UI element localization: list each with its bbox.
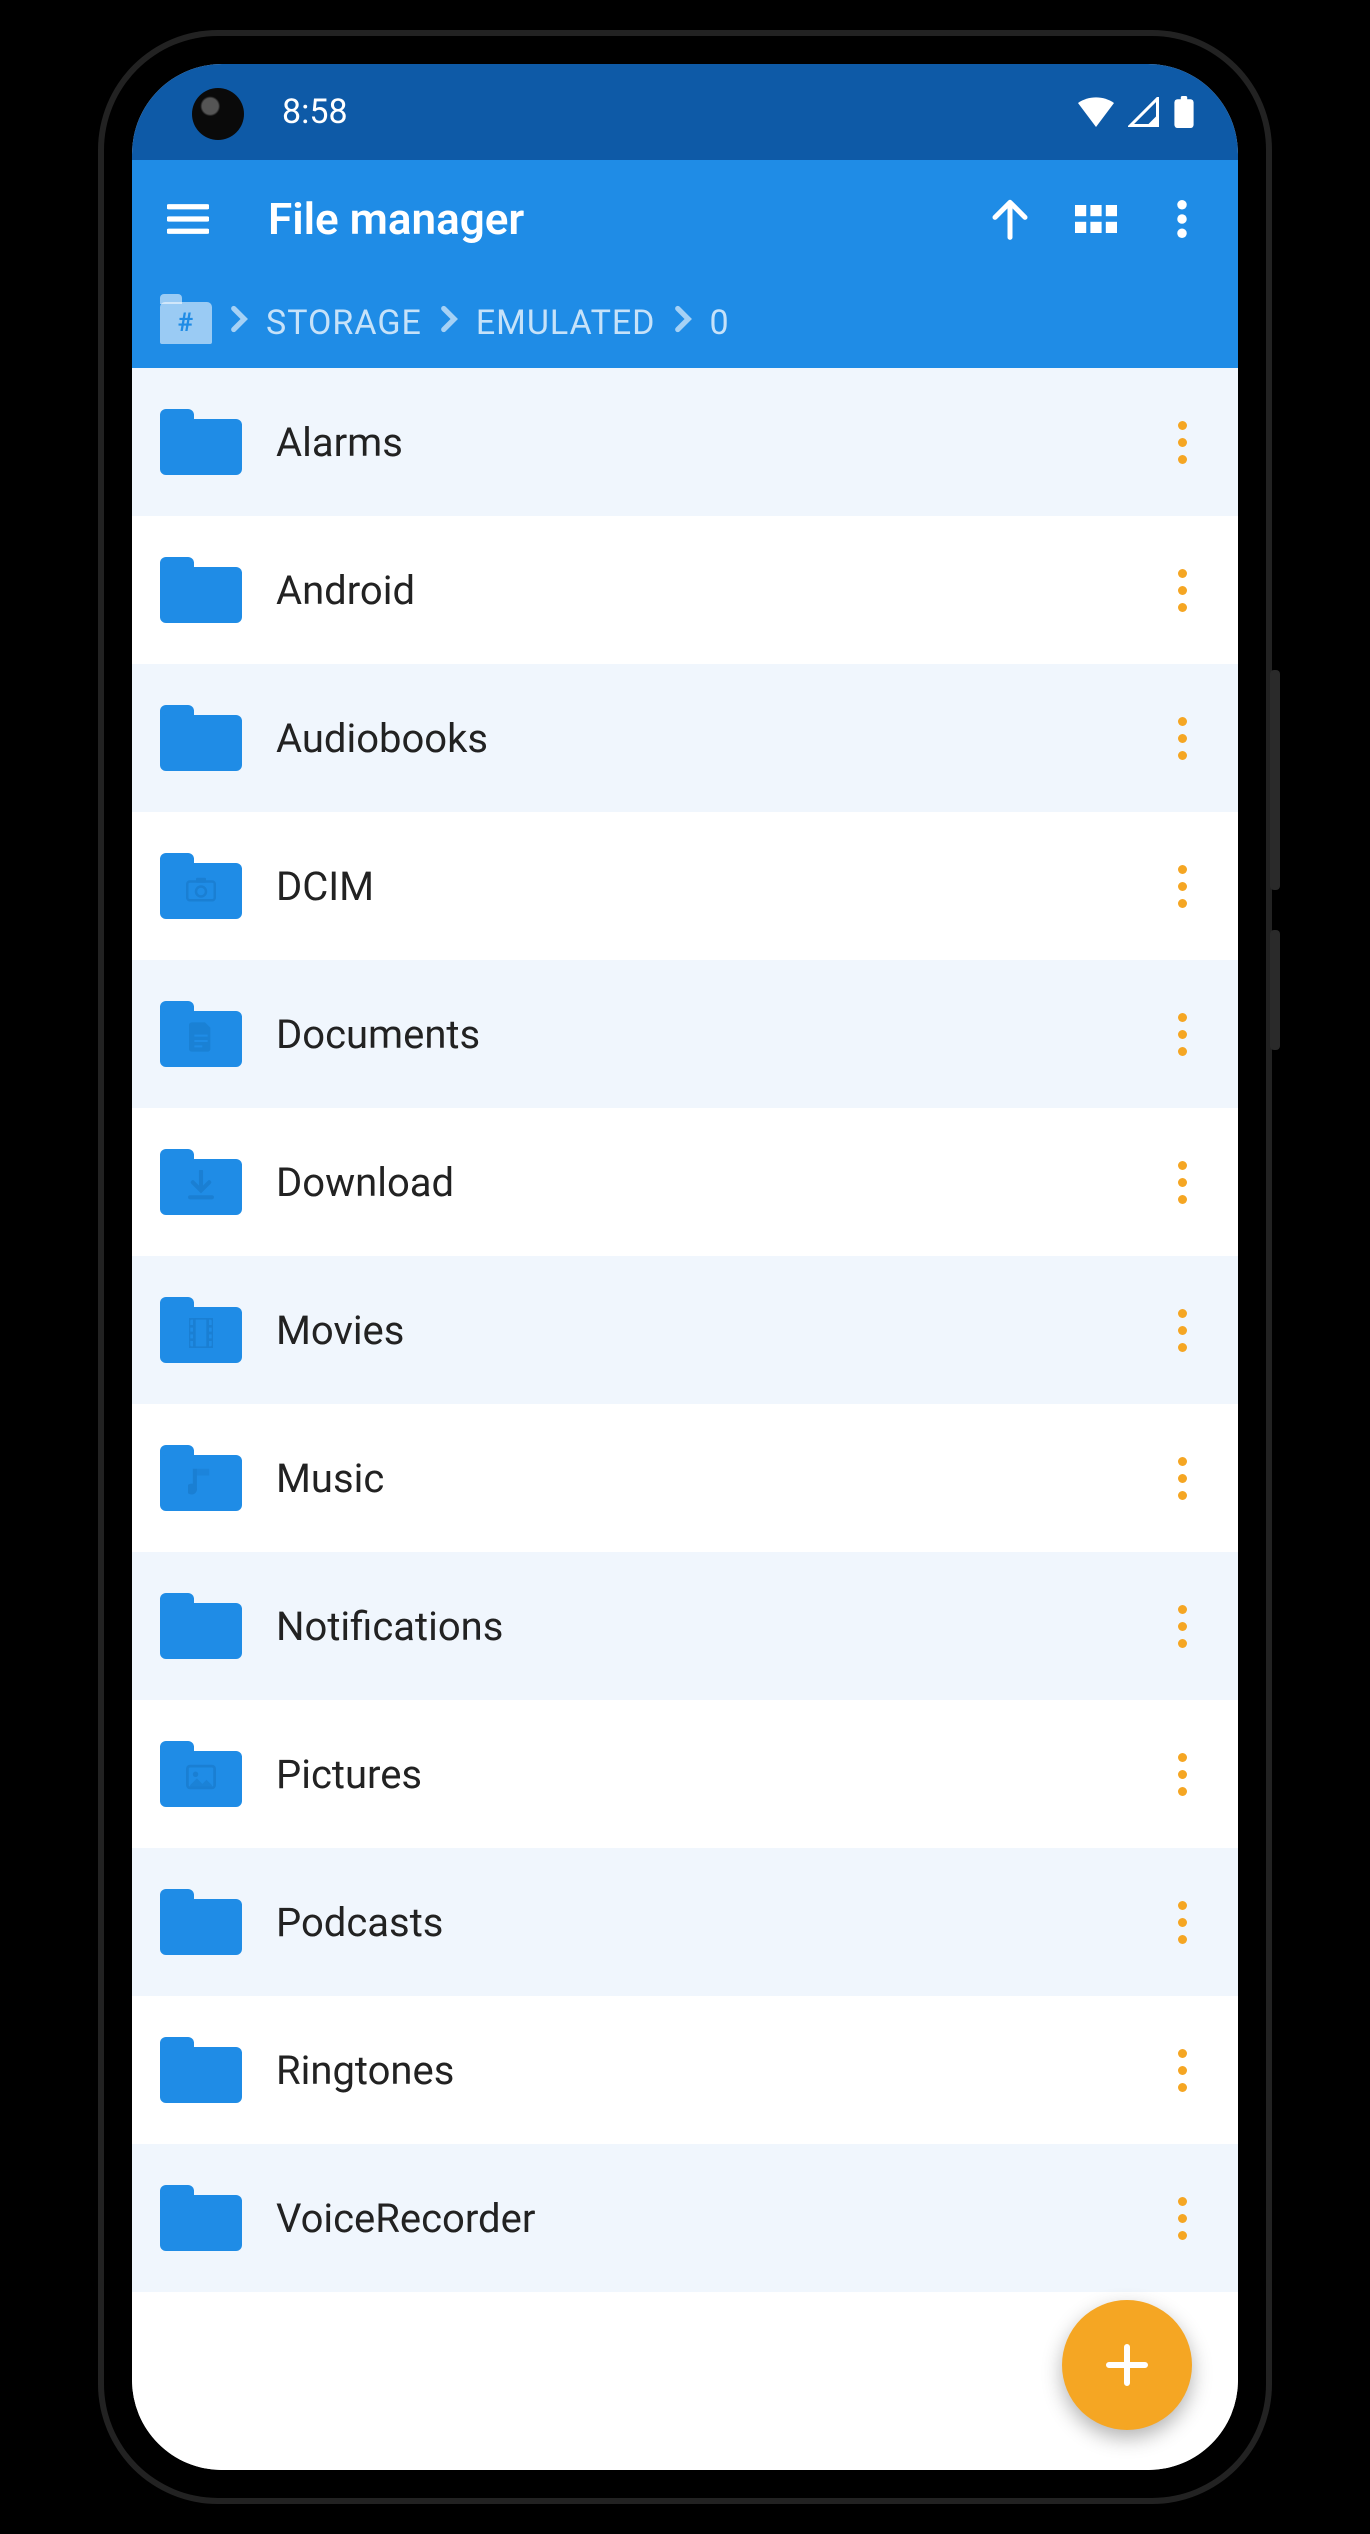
folder-icon	[160, 1149, 242, 1215]
file-row[interactable]: Music	[132, 1404, 1238, 1552]
file-name: Documents	[276, 1011, 1126, 1058]
fab-add-button[interactable]	[1062, 2300, 1192, 2430]
folder-icon	[160, 705, 242, 771]
file-name: Notifications	[276, 1603, 1126, 1650]
folder-icon	[160, 2037, 242, 2103]
wifi-icon	[1078, 97, 1114, 127]
file-row[interactable]: Documents	[132, 960, 1238, 1108]
file-row[interactable]: Download	[132, 1108, 1238, 1256]
file-row[interactable]: Ringtones	[132, 1996, 1238, 2144]
file-name: DCIM	[276, 863, 1126, 910]
row-menu-button[interactable]	[1160, 708, 1204, 768]
file-name: Download	[276, 1159, 1126, 1206]
file-name: Podcasts	[276, 1899, 1126, 1946]
row-menu-button[interactable]	[1160, 1448, 1204, 1508]
file-row[interactable]: VoiceRecorder	[132, 2144, 1238, 2292]
camera-hole	[192, 88, 244, 140]
file-row[interactable]: DCIM	[132, 812, 1238, 960]
breadcrumb-item-0[interactable]: 0	[710, 303, 730, 343]
file-name: Android	[276, 567, 1126, 614]
breadcrumb: # STORAGE EMULATED 0	[132, 278, 1238, 368]
folder-icon	[160, 1001, 242, 1067]
folder-icon	[160, 1445, 242, 1511]
hamburger-icon	[167, 202, 209, 236]
file-row[interactable]: Alarms	[132, 368, 1238, 516]
chevron-right-icon	[440, 305, 458, 341]
breadcrumb-item-emulated[interactable]: EMULATED	[476, 303, 656, 343]
folder-icon	[160, 853, 242, 919]
row-menu-button[interactable]	[1160, 2040, 1204, 2100]
grid-icon	[1075, 204, 1117, 234]
power-button	[1270, 930, 1280, 1050]
folder-icon	[160, 557, 242, 623]
file-name: Movies	[276, 1307, 1126, 1354]
up-button[interactable]	[972, 181, 1048, 257]
row-menu-button[interactable]	[1160, 2188, 1204, 2248]
file-row[interactable]: Audiobooks	[132, 664, 1238, 812]
breadcrumb-item-storage[interactable]: STORAGE	[266, 303, 422, 343]
row-menu-button[interactable]	[1160, 1004, 1204, 1064]
chevron-right-icon	[674, 305, 692, 341]
folder-icon	[160, 1297, 242, 1363]
volume-button	[1270, 670, 1280, 890]
phone-frame: 8:58 File manager	[98, 30, 1272, 2504]
battery-icon	[1174, 96, 1194, 128]
row-menu-button[interactable]	[1160, 1892, 1204, 1952]
grid-view-button[interactable]	[1058, 181, 1134, 257]
folder-icon	[160, 1889, 242, 1955]
file-name: Pictures	[276, 1751, 1126, 1798]
folder-icon	[160, 2185, 242, 2251]
status-time: 8:58	[282, 92, 348, 132]
plus-icon	[1103, 2341, 1151, 2389]
more-vert-icon	[1177, 200, 1187, 238]
overflow-button[interactable]	[1144, 181, 1220, 257]
file-name: Alarms	[276, 419, 1126, 466]
file-name: Music	[276, 1455, 1126, 1502]
arrow-up-icon	[990, 197, 1030, 241]
menu-button[interactable]	[150, 181, 226, 257]
app-title: File manager	[236, 193, 962, 245]
file-list[interactable]: Alarms Android Audiobooks DCIM	[132, 368, 1238, 2470]
file-row[interactable]: Movies	[132, 1256, 1238, 1404]
file-name: Audiobooks	[276, 715, 1126, 762]
row-menu-button[interactable]	[1160, 1744, 1204, 1804]
breadcrumb-root[interactable]: #	[160, 302, 212, 344]
file-row[interactable]: Podcasts	[132, 1848, 1238, 1996]
screen: 8:58 File manager	[132, 64, 1238, 2470]
file-row[interactable]: Notifications	[132, 1552, 1238, 1700]
row-menu-button[interactable]	[1160, 1596, 1204, 1656]
status-icons	[1078, 96, 1194, 128]
file-row[interactable]: Pictures	[132, 1700, 1238, 1848]
file-name: VoiceRecorder	[276, 2195, 1126, 2242]
row-menu-button[interactable]	[1160, 856, 1204, 916]
home-indicator[interactable]	[575, 2448, 795, 2456]
cell-signal-icon	[1128, 97, 1160, 127]
app-bar: File manager	[132, 160, 1238, 278]
file-name: Ringtones	[276, 2047, 1126, 2094]
row-menu-button[interactable]	[1160, 1152, 1204, 1212]
folder-icon	[160, 1593, 242, 1659]
folder-icon	[160, 1741, 242, 1807]
chevron-right-icon	[230, 305, 248, 341]
row-menu-button[interactable]	[1160, 412, 1204, 472]
folder-icon	[160, 409, 242, 475]
root-hash-icon: #	[178, 308, 194, 338]
row-menu-button[interactable]	[1160, 560, 1204, 620]
row-menu-button[interactable]	[1160, 1300, 1204, 1360]
status-bar: 8:58	[132, 64, 1238, 160]
file-row[interactable]: Android	[132, 516, 1238, 664]
